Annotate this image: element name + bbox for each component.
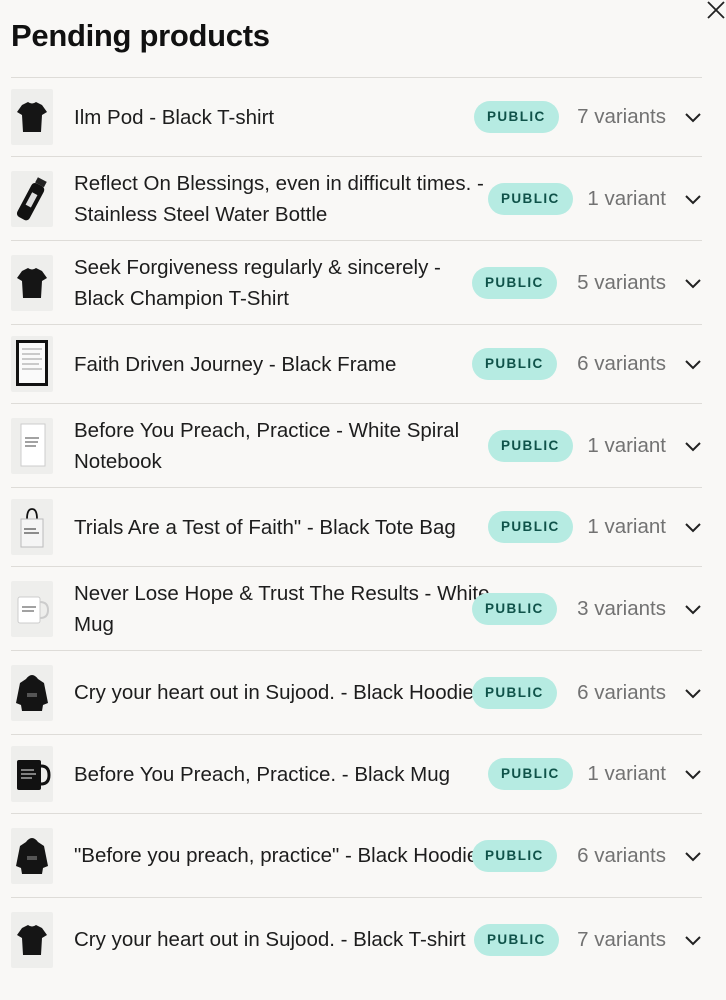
close-icon[interactable] (703, 0, 726, 22)
variant-count: 5 variants (577, 270, 666, 294)
product-row[interactable]: Faith Driven Journey - Black Frame PUBLIC… (11, 324, 702, 403)
product-row[interactable]: Cry your heart out in Sujood. - Black T-… (11, 897, 702, 981)
page-title: Pending products (11, 18, 270, 53)
chevron-down-icon[interactable] (684, 277, 702, 289)
status-badge: PUBLIC (488, 758, 573, 790)
variant-count: 3 variants (577, 596, 666, 620)
product-row[interactable]: Ilm Pod - Black T-shirt PUBLIC 7 variants (11, 77, 702, 156)
status-badge: PUBLIC (472, 348, 557, 380)
product-row[interactable]: Seek Forgiveness regularly & sincerely -… (11, 240, 702, 324)
tshirt-thumbnail-icon (11, 254, 53, 311)
variant-count: 1 variant (587, 433, 666, 457)
bottle-thumbnail-icon (11, 170, 53, 227)
chevron-down-icon[interactable] (684, 111, 702, 123)
variant-count: 1 variant (587, 762, 666, 785)
black-mug-thumbnail-icon (11, 746, 53, 802)
product-row[interactable]: Never Lose Hope & Trust The Results - Wh… (11, 566, 702, 650)
hoodie-thumbnail-icon (11, 664, 53, 721)
chevron-down-icon[interactable] (684, 934, 702, 946)
hoodie-thumbnail-icon (11, 827, 53, 884)
tshirt-thumbnail-icon (11, 911, 53, 968)
tote-bag-thumbnail-icon (11, 499, 53, 555)
status-badge: PUBLIC (488, 429, 573, 462)
chevron-down-icon[interactable] (684, 358, 702, 370)
chevron-down-icon[interactable] (684, 521, 702, 533)
product-name: Before You Preach, Practice - White Spir… (74, 418, 460, 473)
variant-count: 6 variants (577, 680, 666, 704)
pending-products-panel: Pending products Ilm Pod - Black T-shirt… (0, 0, 726, 1000)
status-badge: PUBLIC (474, 923, 559, 956)
chevron-down-icon[interactable] (684, 850, 702, 862)
status-badge: PUBLIC (472, 676, 557, 709)
chevron-down-icon[interactable] (684, 603, 702, 615)
product-name: Cry your heart out in Sujood. - Black T-… (74, 928, 466, 951)
product-name: Ilm Pod - Black T-shirt (74, 105, 275, 129)
product-row[interactable]: "Before you preach, practice" - Black Ho… (11, 813, 702, 897)
white-mug-thumbnail-icon (11, 580, 53, 637)
chevron-down-icon[interactable] (684, 193, 702, 205)
product-row[interactable]: Before You Preach, Practice. - Black Mug… (11, 734, 702, 813)
status-badge: PUBLIC (474, 101, 559, 133)
variant-count: 1 variant (587, 515, 666, 538)
status-badge: PUBLIC (472, 266, 557, 299)
status-badge: PUBLIC (472, 839, 557, 872)
product-name: Trials Are a Test of Faith" - Black Tote… (74, 515, 456, 539)
product-name: Seek Forgiveness regularly & sincerely -… (74, 255, 441, 310)
chevron-down-icon[interactable] (684, 440, 702, 452)
product-row[interactable]: Before You Preach, Practice - White Spir… (11, 403, 702, 487)
tshirt-thumbnail-icon (11, 89, 53, 145)
status-badge: PUBLIC (488, 511, 573, 543)
variant-count: 1 variant (587, 186, 666, 210)
variant-count: 6 variants (577, 352, 666, 375)
product-row[interactable]: Reflect On Blessings, even in difficult … (11, 156, 702, 240)
product-name: "Before you preach, practice" - Black Ho… (74, 844, 479, 867)
product-name: Reflect On Blessings, even in difficult … (74, 171, 484, 226)
status-badge: PUBLIC (472, 592, 557, 625)
product-name: Before You Preach, Practice. - Black Mug (74, 762, 451, 786)
product-name: Faith Driven Journey - Black Frame (74, 352, 397, 376)
chevron-down-icon[interactable] (684, 687, 702, 699)
product-name: Cry your heart out in Sujood. - Black Ho… (74, 681, 474, 704)
variant-count: 6 variants (577, 843, 666, 867)
notebook-thumbnail-icon (11, 417, 53, 474)
frame-thumbnail-icon (11, 336, 53, 392)
status-badge: PUBLIC (488, 182, 573, 215)
product-name: Never Lose Hope & Trust The Results - Wh… (74, 581, 490, 636)
product-row[interactable]: Trials Are a Test of Faith" - Black Tote… (11, 487, 702, 566)
chevron-down-icon[interactable] (684, 768, 702, 780)
variant-count: 7 variants (577, 927, 666, 951)
variant-count: 7 variants (577, 105, 666, 128)
product-row[interactable]: Cry your heart out in Sujood. - Black Ho… (11, 650, 702, 734)
